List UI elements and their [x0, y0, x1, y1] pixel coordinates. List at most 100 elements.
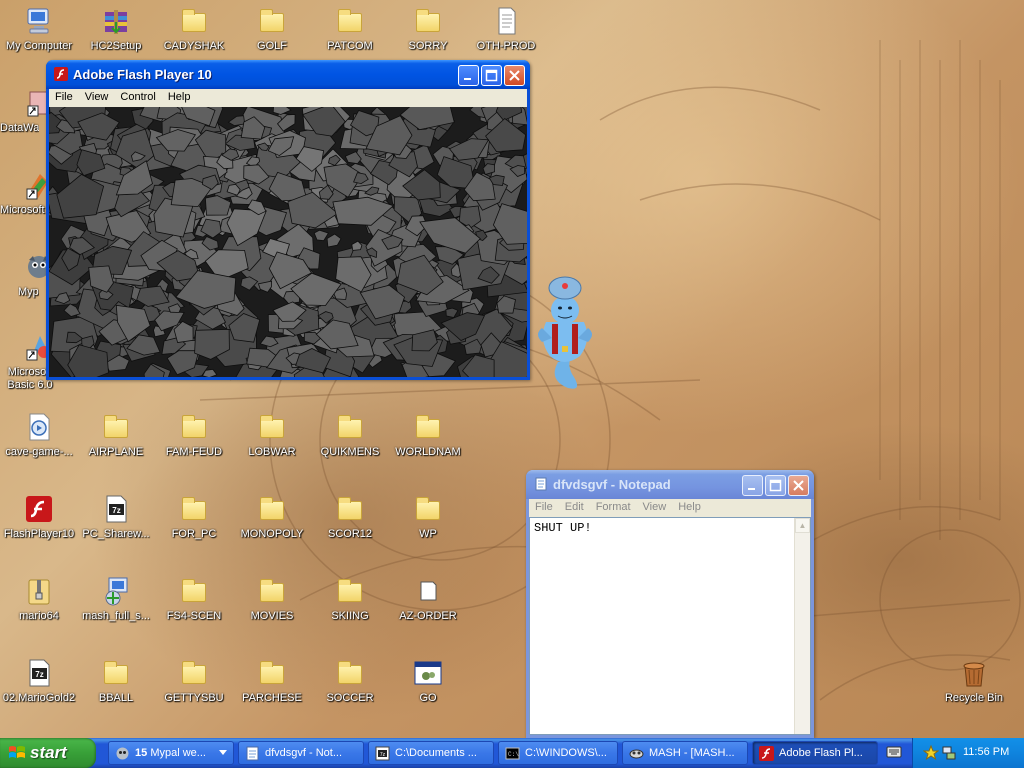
- taskbar-button-label: dfvdsgvf - Not...: [265, 747, 343, 759]
- text-document-icon: [498, 7, 516, 35]
- menu-edit[interactable]: Edit: [559, 499, 590, 517]
- genie-assistant[interactable]: [528, 270, 602, 392]
- minimize-button[interactable]: [458, 65, 479, 86]
- taskbar-button-notepad[interactable]: dfvdsgvf - Not...: [238, 741, 364, 765]
- taskbar-button-flash[interactable]: Adobe Flash Pl...: [752, 741, 878, 765]
- desktop-icon-label: GO: [419, 692, 437, 704]
- folder-icon: [335, 412, 365, 442]
- taskbar: start 15 Mypal we... dfvdsgvf - Not... 7…: [0, 738, 1024, 768]
- desktop-icon-label: My Computer: [5, 40, 73, 52]
- desktop-icon-label: mash_full_s...: [82, 610, 150, 622]
- desktop-icon-label: SOCCER: [326, 692, 374, 704]
- desktop-icon-mariogold2[interactable]: 7z 02.MarioGold2: [0, 656, 78, 728]
- menu-view[interactable]: View: [637, 499, 673, 517]
- desktop-icon-gettysbu[interactable]: GETTYSBU: [155, 656, 233, 728]
- desktop-icon-bball[interactable]: BBALL: [77, 656, 155, 728]
- flash-player-window[interactable]: Adobe Flash Player 10 File View Control Hel…: [46, 60, 530, 380]
- notepad-titlebar[interactable]: dfvdsgvf - Notepad: [526, 470, 814, 499]
- desktop-icon-movies[interactable]: MOVIES: [233, 574, 311, 646]
- batch-file-icon: [414, 661, 442, 685]
- flash-player-titlebar[interactable]: Adobe Flash Player 10: [46, 60, 530, 89]
- desktop-icon-airplane[interactable]: AIRPLANE: [77, 410, 155, 482]
- desktop-icon-wp[interactable]: WP: [389, 492, 467, 564]
- menu-view[interactable]: View: [79, 89, 115, 107]
- maximize-button[interactable]: [481, 65, 502, 86]
- desktop-icon-az-order[interactable]: AZ-ORDER: [389, 574, 467, 646]
- desktop-icon-parchese[interactable]: PARCHESE: [233, 656, 311, 728]
- start-label: start: [30, 743, 67, 762]
- desktop-icon-fs4-scen[interactable]: FS4-SCEN: [155, 574, 233, 646]
- taskbar-button-mypal[interactable]: 15 Mypal we...: [108, 741, 234, 765]
- start-button[interactable]: start: [0, 738, 96, 768]
- mypal-icon: [116, 747, 129, 760]
- installer-icon: [105, 577, 128, 606]
- taskbar-button-cmd[interactable]: C:\ C:\WINDOWS\...: [498, 741, 618, 765]
- desktop-icon-pc-shareware[interactable]: 7z PC_Sharew...: [77, 492, 155, 564]
- desktop-icon-monopoly[interactable]: MONOPOLY: [233, 492, 311, 564]
- desktop-icon-go[interactable]: GO: [389, 656, 467, 728]
- 7z-archive-icon: 7z: [29, 659, 50, 687]
- desktop-icon-lobwar[interactable]: LOBWAR: [233, 410, 311, 482]
- clock[interactable]: 11:56 PM: [963, 746, 1009, 758]
- network-icon[interactable]: [941, 745, 957, 761]
- folder-icon: [335, 6, 365, 36]
- folder-icon: [413, 6, 443, 36]
- desktop-icon-mario64[interactable]: mario64: [0, 574, 78, 646]
- menu-file[interactable]: File: [49, 89, 79, 107]
- keyboard-icon[interactable]: [886, 745, 902, 759]
- close-button[interactable]: [504, 65, 525, 86]
- recycle-bin-icon: [963, 662, 985, 687]
- desktop-icon-mash-full[interactable]: mash_full_s...: [77, 574, 155, 646]
- desktop-icon-label: GOLF: [257, 40, 287, 52]
- desktop[interactable]: My Computer DataWa Microsoft C++ Myp Mic…: [0, 0, 1024, 738]
- folder-icon: [179, 658, 209, 688]
- desktop-icon-label: CADYSHAK: [163, 40, 225, 52]
- desktop-icon-label: SORRY: [408, 40, 448, 52]
- desktop-icon-flashplayer10[interactable]: FlashPlayer10: [0, 492, 78, 564]
- notepad-text-area[interactable]: SHUT UP! ▲: [529, 517, 811, 735]
- folder-icon: [335, 494, 365, 524]
- desktop-icon-label: DataWa: [0, 122, 40, 134]
- menu-format[interactable]: Format: [590, 499, 637, 517]
- svg-text:7z: 7z: [380, 752, 386, 758]
- desktop-icon-label: Recycle Bin: [944, 692, 1004, 704]
- desktop-icon-label: GETTYSBU: [164, 692, 224, 704]
- close-button[interactable]: [788, 475, 809, 496]
- vertical-scrollbar[interactable]: ▲: [794, 518, 810, 734]
- menu-file[interactable]: File: [529, 499, 559, 517]
- desktop-icon-soccer[interactable]: SOCCER: [311, 656, 389, 728]
- menu-help[interactable]: Help: [162, 89, 197, 107]
- minimize-icon: [748, 488, 755, 490]
- taskbar-button-mash[interactable]: MASH - [MASH...: [622, 741, 748, 765]
- desktop-icon-label: mario64: [19, 610, 59, 622]
- notepad-window[interactable]: dfvdsgvf - Notepad File Edit Format View Hel…: [526, 470, 814, 738]
- maximize-button[interactable]: [765, 475, 786, 496]
- chevron-down-icon: [219, 750, 227, 755]
- menu-control[interactable]: Control: [114, 89, 161, 107]
- window-title: dfvdsgvf - Notepad: [553, 477, 671, 492]
- desktop-icon-recycle-bin[interactable]: Recycle Bin: [935, 656, 1013, 728]
- desktop-icon-quikmens[interactable]: QUIKMENS: [311, 410, 389, 482]
- desktop-icon-label: FAM-FEUD: [165, 446, 223, 458]
- minimize-icon: [464, 78, 471, 80]
- desktop-icon-scor12[interactable]: SCOR12: [311, 492, 389, 564]
- winrar-archive-icon: [105, 10, 127, 34]
- desktop-icon-worldnam[interactable]: WORLDNAM: [389, 410, 467, 482]
- desktop-icon-fam-feud[interactable]: FAM-FEUD: [155, 410, 233, 482]
- desktop-icon-skiing[interactable]: SKIING: [311, 574, 389, 646]
- my-computer-icon: [27, 8, 49, 34]
- minimize-button[interactable]: [742, 475, 763, 496]
- flash-game-canvas[interactable]: [49, 107, 527, 377]
- desktop-icon-cave-game[interactable]: cave-game-...: [0, 410, 78, 482]
- menu-help[interactable]: Help: [672, 499, 707, 517]
- folder-icon: [413, 494, 443, 524]
- desktop-icon-label: LOBWAR: [248, 446, 296, 458]
- scroll-up-arrow-icon[interactable]: ▲: [795, 518, 810, 533]
- taskbar-button-label: C:\Documents ...: [395, 747, 477, 759]
- taskbar-button-documents[interactable]: 7z C:\Documents ...: [368, 741, 494, 765]
- flash-player-icon: [54, 67, 68, 81]
- desktop-icon-label: Microsoft C++: [0, 204, 46, 216]
- wireless-star-icon[interactable]: [923, 745, 939, 761]
- flash-menubar: File View Control Help: [49, 89, 527, 107]
- desktop-icon-for-pc[interactable]: FOR_PC: [155, 492, 233, 564]
